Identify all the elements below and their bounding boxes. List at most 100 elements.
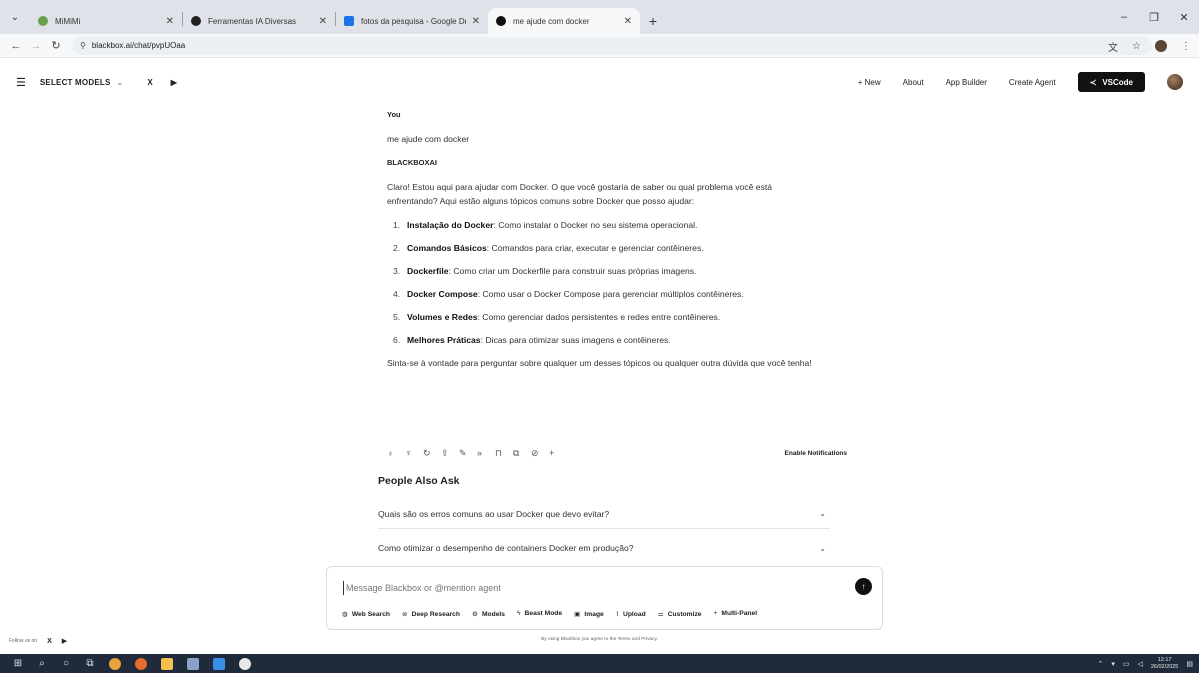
tool-label: Customize [667,611,702,618]
system-tray: ⌃ ▾ ▭ ◁ 12:17 26/02/2025 ▤ [1097,654,1193,673]
topics-list: 1. Instalação do Docker: Como instalar o … [387,218,817,347]
list-item-title: Instalação do Docker [407,220,494,230]
bookmark-star-icon[interactable]: ☆ [1132,41,1141,52]
share-icon[interactable]: ⇪ [441,448,459,459]
enable-notifications-button[interactable]: Enable Notifications [785,450,847,457]
site-settings-icon[interactable]: ⚲ [80,41,86,50]
close-window-icon[interactable]: ✕ [1169,11,1199,24]
list-number: 1. [393,220,401,230]
clock[interactable]: 12:17 26/02/2025 [1151,657,1179,671]
search-icon[interactable]: ⌕ [30,654,54,673]
blackbox-taskbar-icon[interactable] [232,654,258,673]
cortana-icon[interactable]: ○ [54,654,78,673]
tool-label: Beast Mode [524,610,563,617]
thumbs-up-icon[interactable]: ♁ [387,448,405,458]
edit-icon[interactable]: ✎ [459,448,477,459]
minimize-icon[interactable]: – [1109,11,1139,23]
customize-button[interactable]: ⚌ Customize [658,610,702,618]
tool-label: Models [481,611,505,618]
new-chat-link[interactable]: + New [858,78,881,87]
firefox-taskbar-icon[interactable] [128,654,154,673]
volume-icon[interactable]: ◁ [1137,660,1142,668]
tool-label: Deep Research [411,611,460,618]
browser-tab-active[interactable]: me ajude com docker ✕ [488,8,640,34]
select-models-dropdown[interactable]: SELECT MODELS ⌄ [40,78,124,87]
new-tab-button[interactable]: + [640,8,666,34]
task-view-icon[interactable]: ⧉ [78,654,102,673]
web-search-button[interactable]: ◍ Web Search [342,610,390,618]
menu-kebab-icon[interactable]: ⋮ [1181,41,1191,52]
paint-taskbar-icon[interactable] [180,654,206,673]
close-icon[interactable]: ✕ [166,16,174,27]
address-bar[interactable]: ⚲ blackbox.ai/chat/pvpUOaa [72,36,1152,55]
multi-panel-button[interactable]: + Multi-Panel [714,610,758,618]
blackbox-icon [239,657,251,670]
thumbs-down-icon[interactable]: ♆ [405,448,423,458]
list-item-title: Melhores Práticas [407,335,481,345]
select-models-label: SELECT MODELS [39,77,111,87]
upload-button[interactable]: ⌇ Upload [616,610,646,618]
plus-icon[interactable]: + [549,448,567,458]
close-icon[interactable]: ✕ [472,16,480,27]
browser-tab[interactable]: Ferramentas IA Diversas ✕ [183,8,335,34]
translate-icon[interactable]: 文 [1108,39,1118,54]
chrome-taskbar-icon[interactable] [102,654,128,673]
firefox-icon [135,657,147,670]
restore-icon[interactable]: ❐ [1139,11,1169,24]
tool-label: Image [584,611,604,618]
continue-icon[interactable]: » [477,448,495,458]
sidebar-toggle-icon[interactable]: ☰ [16,76,26,89]
battery-icon[interactable]: ▭ [1123,660,1130,668]
message-input[interactable] [343,581,843,595]
list-number: 3. [393,266,401,276]
create-agent-link[interactable]: Create Agent [1009,78,1056,87]
regenerate-icon[interactable]: ↻ [423,448,441,459]
list-number: 2. [393,243,401,253]
image-button[interactable]: ▣ Image [574,610,604,618]
bookmark-icon[interactable]: ⊓ [495,448,513,459]
app-builder-link[interactable]: App Builder [946,78,987,87]
check-circle-icon[interactable]: ⊘ [531,448,549,459]
models-button[interactable]: ⚙ Models [472,610,505,618]
google-drive-icon [344,16,354,26]
send-button[interactable]: ↑ [855,578,872,595]
globe-icon: ◍ [342,611,348,618]
user-avatar[interactable] [1167,74,1183,90]
chevron-up-icon[interactable]: ⌃ [1097,660,1103,668]
browser-tab[interactable]: MiMiMi ✕ [30,8,182,34]
windows-start-icon[interactable]: ⊞ [6,654,30,673]
deep-research-button[interactable]: ⊜ Deep Research [402,610,460,618]
people-also-ask-item[interactable]: Como otimizar o desempenho de containers… [378,533,830,563]
about-link[interactable]: About [903,78,924,87]
reload-icon[interactable]: ↻ [46,39,66,52]
people-also-ask-item[interactable]: Quais são os erros comuns ao usar Docker… [378,499,830,529]
close-icon[interactable]: ✕ [624,16,632,27]
tool-label: Web Search [351,611,391,618]
user-message: me ajude com docker [387,134,470,144]
tab-search-icon[interactable]: ⌄ [0,0,30,34]
arrow-up-icon: ↑ [861,582,866,591]
x-logo-icon[interactable]: X [147,78,152,87]
browser-tab[interactable]: fotos da pesquisa - Google Dri ✕ [336,8,488,34]
network-icon[interactable]: ▾ [1111,660,1115,668]
copy-icon[interactable]: ⧉ [513,448,531,459]
file-explorer-taskbar-icon[interactable] [154,654,180,673]
youtube-icon[interactable]: ▶ [171,78,177,87]
vscode-button[interactable]: ≺ VSCode [1077,72,1145,92]
tool-label: Upload [623,611,646,618]
close-icon[interactable]: ✕ [319,16,327,27]
user-role-label: You [387,110,401,119]
tab-title: me ajude com docker [513,16,590,26]
list-item: 6. Melhores Práticas: Dicas para otimizar… [387,333,817,347]
notifications-icon[interactable]: ▤ [1186,660,1193,668]
app-taskbar-icon[interactable] [206,654,232,673]
forward-icon[interactable]: → [26,40,46,52]
message-actions: ♁ ♆ ↻ ⇪ ✎ » ⊓ ⧉ ⊘ + Enable Notifications [387,447,847,459]
models-icon: ⚙ [471,611,478,618]
profile-avatar[interactable] [1155,40,1167,52]
ai-intro-text: Claro! Estou aqui para ajudar com Docker… [387,182,773,206]
back-icon[interactable]: ← [6,40,26,52]
list-item: 3. Dockerfile: Como criar um Dockerfile p… [387,264,817,278]
beast-mode-button[interactable]: ϟ Beast Mode [517,610,562,618]
tool-label: Multi-Panel [721,610,758,617]
